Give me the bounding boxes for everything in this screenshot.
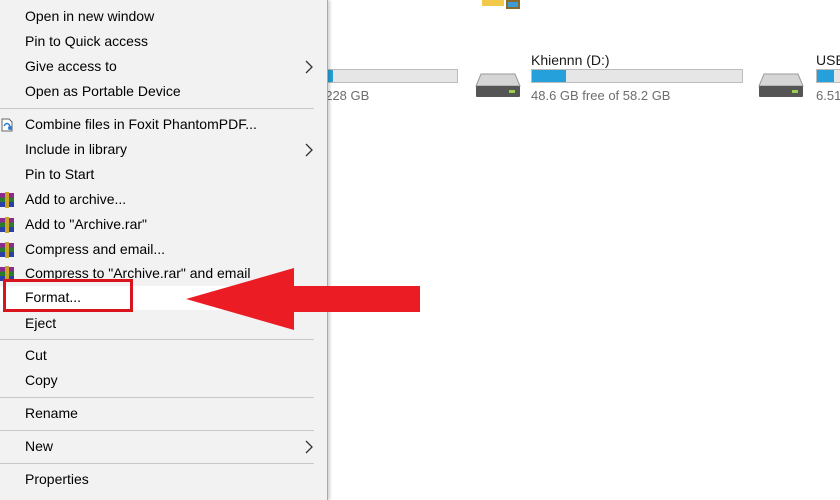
menu-separator (0, 108, 314, 109)
menu-item-label: Give access to (25, 58, 117, 74)
menu-item-cut[interactable]: Cut (0, 344, 327, 368)
menu-item-rename[interactable]: Rename (0, 402, 327, 426)
menu-item-label: Copy (25, 372, 58, 388)
menu-separator (0, 339, 314, 340)
chevron-right-icon (305, 143, 313, 157)
menu-item-include-in-library[interactable]: Include in library (0, 138, 327, 162)
winrar-icon (0, 217, 14, 233)
menu-item-label: New (25, 438, 54, 454)
menu-item-label: Open in new window (25, 8, 155, 24)
menu-item-label: Add to "Archive.rar" (25, 216, 147, 232)
menu-item-properties[interactable]: Properties (0, 468, 327, 492)
menu-separator (0, 397, 314, 398)
menu-item-open-in-new-window[interactable]: Open in new window (0, 5, 327, 29)
menu-item-add-to-archive-rar[interactable]: Add to "Archive.rar" (0, 213, 327, 237)
drive-usb[interactable]: USB 6.51 (758, 48, 840, 108)
menu-item-label: Properties (25, 471, 89, 487)
drive-name: Khiennn (D:) (531, 52, 610, 68)
usb-drive-icon (758, 73, 804, 97)
menu-item-label: Open as Portable Device (25, 83, 181, 99)
drive-name: USB (816, 52, 840, 68)
menu-item-label: Compress and email... (25, 241, 166, 257)
menu-separator (0, 463, 314, 464)
drive-usage-fill (817, 70, 835, 82)
menu-item-label: Cut (25, 347, 47, 363)
chevron-right-icon (305, 440, 313, 454)
drive-usage-bar (324, 69, 458, 83)
menu-item-label: Pin to Start (25, 166, 95, 182)
annotation-arrow-icon (186, 268, 420, 330)
winrar-icon (0, 242, 14, 258)
drive-usage-fill (532, 70, 566, 82)
context-menu: Open in new window Pin to Quick access G… (0, 0, 328, 500)
foxit-icon (1, 118, 13, 132)
menu-item-label: Include in library (25, 141, 127, 157)
drive-usage-bar (816, 69, 840, 83)
menu-item-compress-and-email[interactable]: Compress and email... (0, 238, 327, 262)
folder-icon (482, 0, 520, 9)
menu-item-label: Rename (25, 405, 78, 421)
drive-free-space: 6.51 (816, 88, 840, 103)
drive-usage-bar (531, 69, 743, 83)
menu-item-label: Combine files in Foxit PhantomPDF... (25, 116, 257, 132)
menu-item-open-as-portable-device[interactable]: Open as Portable Device (0, 80, 327, 104)
hard-drive-icon (475, 73, 521, 97)
menu-item-pin-to-quick-access[interactable]: Pin to Quick access (0, 30, 327, 54)
winrar-icon (0, 192, 14, 208)
annotation-highlight-box (3, 279, 133, 312)
menu-item-copy[interactable]: Copy (0, 369, 327, 393)
menu-item-pin-to-start[interactable]: Pin to Start (0, 163, 327, 187)
drive-d[interactable]: Khiennn (D:) 48.6 GB free of 58.2 GB (475, 48, 745, 108)
menu-item-label: Eject (25, 315, 57, 331)
menu-item-label: Pin to Quick access (25, 33, 148, 49)
menu-separator (0, 430, 314, 431)
drive-free-space: 48.6 GB free of 58.2 GB (531, 88, 671, 103)
menu-item-label: Add to archive... (25, 191, 127, 207)
menu-item-new[interactable]: New (0, 435, 327, 459)
chevron-right-icon (305, 60, 313, 74)
menu-item-add-to-archive[interactable]: Add to archive... (0, 188, 327, 212)
menu-item-combine-files-foxit[interactable]: Combine files in Foxit PhantomPDF... (0, 113, 327, 137)
menu-item-give-access-to[interactable]: Give access to (0, 55, 327, 79)
